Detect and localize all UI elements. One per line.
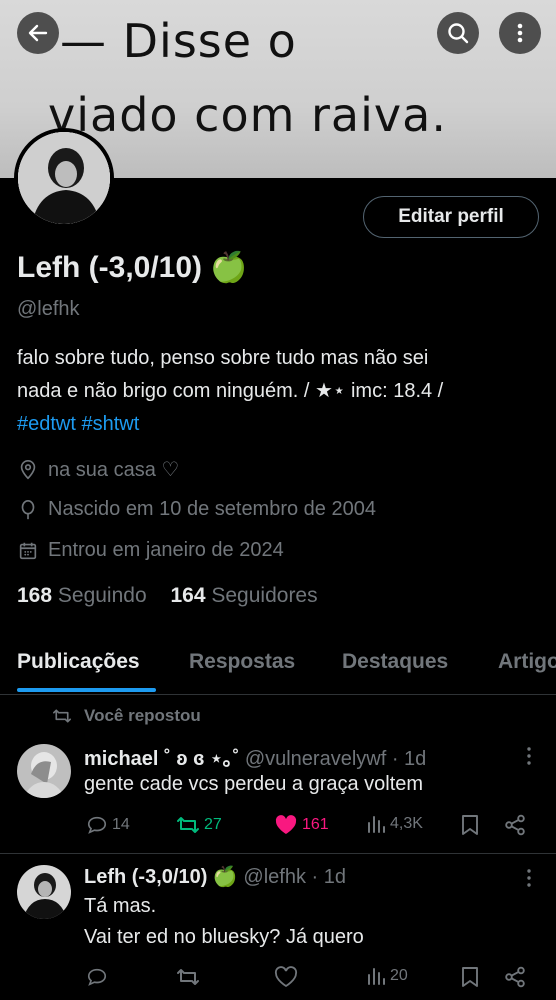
followers-label: Seguidores bbox=[211, 584, 318, 607]
tab-respostas[interactable]: Respostas bbox=[189, 650, 295, 674]
profile-name: Lefh (-3,0/10) 🍏 bbox=[17, 251, 248, 284]
views-button[interactable]: 20 bbox=[366, 966, 408, 986]
repost-icon bbox=[52, 709, 71, 723]
repost-icon bbox=[177, 969, 199, 985]
location-text: na sua casa ♡ bbox=[48, 459, 180, 481]
post-header: Lefh (-3,0/10) 🍏 @lefhk · 1d bbox=[84, 864, 346, 889]
profile-tabs: Publicações Respostas Destaques Artigos bbox=[0, 640, 556, 695]
search-icon bbox=[448, 23, 469, 44]
profile-location: na sua casa ♡ bbox=[17, 457, 179, 482]
post-more-icon[interactable] bbox=[522, 868, 536, 888]
hashtag-shtwt[interactable]: #shtwt bbox=[82, 413, 140, 435]
calendar-icon bbox=[19, 542, 37, 559]
bookmark-icon[interactable] bbox=[460, 966, 480, 988]
like-count: 161 bbox=[302, 816, 329, 833]
following-link[interactable]: 168 Seguindo bbox=[17, 584, 147, 607]
following-count: 168 bbox=[17, 584, 53, 607]
birth-text: Nascido em 10 de setembro de 2004 bbox=[48, 498, 376, 520]
profile-avatar[interactable] bbox=[14, 128, 114, 228]
joined-text: Entrou em janeiro de 2024 bbox=[48, 539, 284, 561]
avatar[interactable] bbox=[17, 744, 71, 798]
post-author[interactable]: Lefh (-3,0/10) 🍏 bbox=[84, 866, 238, 888]
views-chart-icon bbox=[368, 816, 385, 833]
bio-line-2: nada e não brigo com ninguém. / ★⋆ imc: … bbox=[17, 380, 444, 402]
following-label: Seguindo bbox=[57, 584, 147, 607]
banner-text-line2: viado com raiva. bbox=[48, 88, 447, 142]
banner-text-line1: — Disse o bbox=[60, 14, 297, 68]
repost-button[interactable] bbox=[176, 966, 204, 988]
active-tab-indicator bbox=[17, 688, 156, 692]
profile-bio: falo sobre tudo, penso sobre tudo mas nã… bbox=[17, 342, 547, 441]
post-text: Tá mas. Vai ter ed no bluesky? Já quero bbox=[84, 891, 364, 953]
back-arrow-icon bbox=[28, 24, 48, 42]
followers-count: 164 bbox=[170, 584, 206, 607]
views-count: 20 bbox=[390, 967, 408, 984]
share-icon[interactable] bbox=[504, 966, 526, 988]
post-handle-time: @vulneravelywf · 1d bbox=[244, 748, 427, 770]
follow-stats: 168 Seguindo 164 Seguidores bbox=[17, 584, 318, 608]
balloon-icon bbox=[21, 499, 35, 519]
repost-indicator: Você repostou bbox=[52, 706, 201, 726]
post-text: gente cade vcs perdeu a graça voltem bbox=[84, 773, 424, 795]
followers-link[interactable]: 164 Seguidores bbox=[170, 584, 317, 607]
post-text-line1: Tá mas. bbox=[84, 895, 157, 917]
reply-icon bbox=[87, 968, 107, 986]
hashtag-edtwt[interactable]: #edtwt bbox=[17, 413, 76, 435]
repost-button[interactable]: 27 bbox=[176, 814, 222, 836]
tab-destaques[interactable]: Destaques bbox=[342, 650, 448, 674]
repost-label: Você repostou bbox=[84, 706, 201, 725]
post-more-icon[interactable] bbox=[522, 746, 536, 766]
search-button[interactable] bbox=[437, 12, 479, 54]
like-button[interactable]: 161 bbox=[274, 814, 329, 836]
views-count: 4,3K bbox=[390, 815, 423, 832]
repost-count: 27 bbox=[204, 816, 222, 833]
more-vertical-icon bbox=[517, 23, 523, 43]
heart-filled-icon bbox=[275, 815, 297, 834]
heart-outline-icon bbox=[274, 966, 298, 988]
location-pin-icon bbox=[20, 459, 36, 479]
like-button[interactable] bbox=[274, 966, 302, 988]
profile-birth: Nascido em 10 de setembro de 2004 bbox=[17, 498, 376, 521]
edit-profile-button[interactable]: Editar perfil bbox=[363, 196, 539, 238]
repost-icon bbox=[177, 817, 199, 833]
post-divider bbox=[0, 853, 556, 854]
reply-button[interactable]: 14 bbox=[86, 814, 130, 836]
profile-joined: Entrou em janeiro de 2024 bbox=[17, 539, 284, 562]
post-header: michael ˚ ʚ ɞ ⋆｡˚ @vulneravelywf · 1d bbox=[84, 742, 426, 771]
reply-count: 14 bbox=[112, 816, 130, 833]
profile-handle: @lefhk bbox=[17, 298, 80, 320]
avatar[interactable] bbox=[17, 865, 71, 919]
share-icon[interactable] bbox=[504, 814, 526, 836]
post-author[interactable]: michael ˚ ʚ ɞ ⋆｡˚ bbox=[84, 748, 239, 770]
tab-artigos[interactable]: Artigos bbox=[498, 650, 556, 674]
back-button[interactable] bbox=[17, 12, 59, 54]
more-button[interactable] bbox=[499, 12, 541, 54]
views-button[interactable]: 4,3K bbox=[366, 814, 423, 834]
views-chart-icon bbox=[368, 968, 385, 985]
reply-button[interactable] bbox=[86, 966, 112, 988]
post-text-line2: Vai ter ed no bluesky? Já quero bbox=[84, 926, 364, 948]
bio-line-1: falo sobre tudo, penso sobre tudo mas nã… bbox=[17, 347, 429, 369]
reply-icon bbox=[87, 816, 107, 834]
post-handle-time: @lefhk · 1d bbox=[243, 866, 346, 888]
tab-publicacoes[interactable]: Publicações bbox=[17, 650, 140, 674]
bookmark-icon[interactable] bbox=[460, 814, 480, 836]
